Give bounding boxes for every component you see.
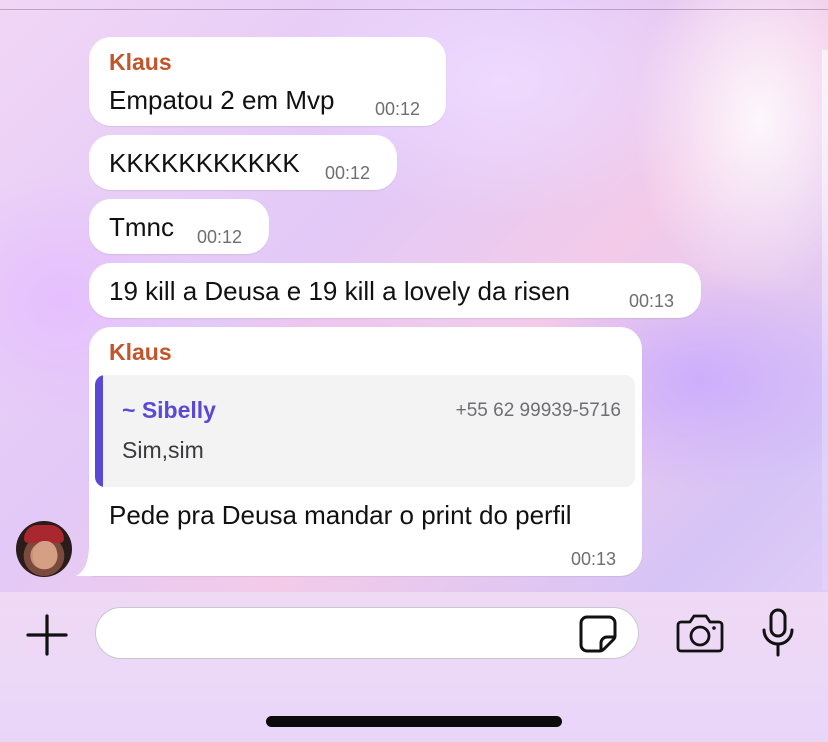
message-time: 00:12 [375,99,421,119]
message-text: KKKKKKKKKKK [109,148,300,178]
chat-screen: Klaus Empatou 2 em Mvp 00:12 KKKKKKKKKKK… [0,0,828,742]
message-text: Empatou 2 em Mvp [109,85,335,115]
message-time: 00:12 [197,227,243,247]
quoted-message[interactable]: ~ Sibelly +55 62 99939-5716 Sim,sim [95,375,635,487]
quote-text: Sim,sim [122,437,204,463]
message-text: Tmnc [109,212,174,242]
message-time: 00:13 [629,291,675,311]
bubble-tail [76,548,96,576]
header-divider [0,9,828,10]
background-highlight [822,50,828,590]
quote-accent-bar [95,375,103,487]
sticker-icon[interactable] [578,614,618,654]
message-bubble[interactable]: Klaus Empatou 2 em Mvp 00:12 [89,37,446,126]
message-bubble[interactable]: KKKKKKKKKKK 00:12 [89,135,397,190]
camera-icon[interactable] [676,612,724,654]
sender-name[interactable]: Klaus [109,49,172,76]
message-text: Pede pra Deusa mandar o print do perfil [109,500,572,530]
quote-sender-phone: +55 62 99939-5716 [455,400,621,421]
message-text: 19 kill a Deusa e 19 kill a lovely da ri… [109,276,571,306]
message-input[interactable] [95,607,639,659]
message-bubble[interactable]: Klaus ~ Sibelly +55 62 99939-5716 Sim,si… [89,327,642,576]
avatar[interactable] [16,521,72,577]
message-time: 00:13 [571,549,617,569]
message-bubble[interactable]: Tmnc 00:12 [89,199,269,254]
sender-name[interactable]: Klaus [109,339,172,366]
microphone-icon[interactable] [760,608,796,658]
plus-icon[interactable] [26,614,68,656]
home-indicator[interactable] [266,716,562,727]
quote-sender-name: ~ Sibelly [122,397,216,423]
message-bubble[interactable]: 19 kill a Deusa e 19 kill a lovely da ri… [89,263,701,318]
avatar-face [33,541,57,569]
message-time: 00:12 [325,163,371,183]
